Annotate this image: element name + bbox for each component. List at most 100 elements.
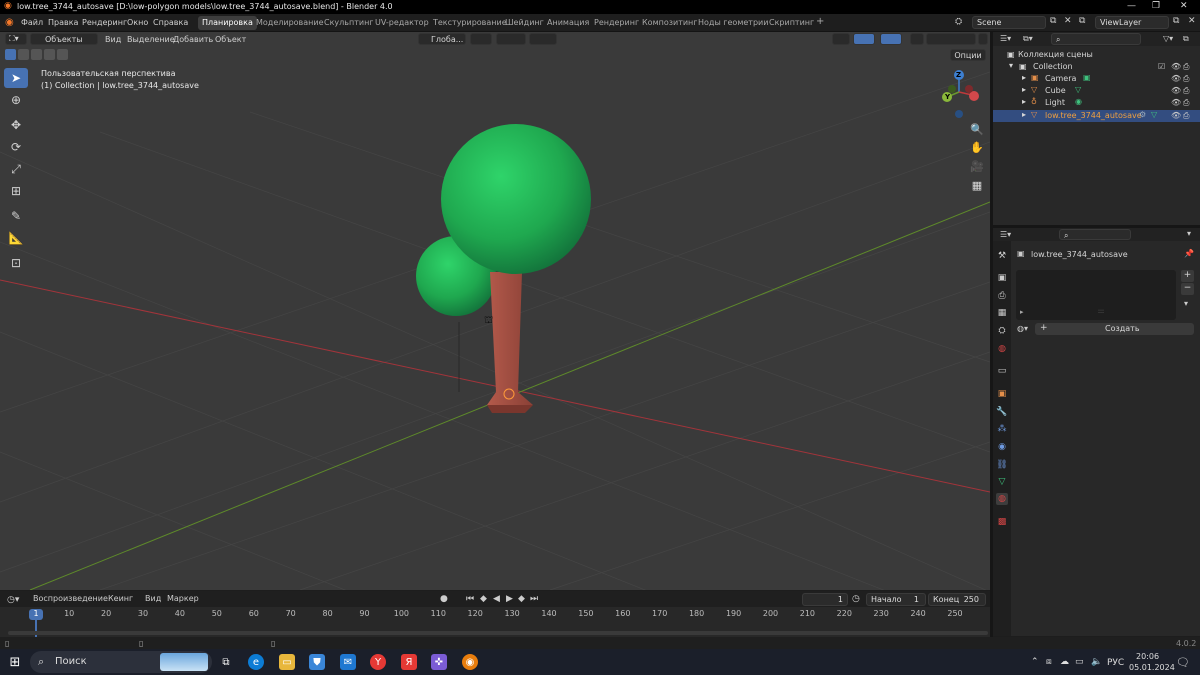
- frame-start-field[interactable]: Начало 1: [866, 593, 926, 606]
- editor-type-button[interactable]: ⛶▾: [5, 33, 27, 45]
- add-cube-tool-icon[interactable]: ⊡: [4, 253, 28, 273]
- annotate-tool-icon[interactable]: ✎: [4, 206, 28, 226]
- outliner-item-cube[interactable]: ▸ ▽ Cube ▽ 👁 ⎙: [993, 85, 1200, 97]
- viewport-menu-add[interactable]: Добавить: [173, 35, 213, 44]
- display-mode-icon[interactable]: ⧉▾: [1023, 34, 1033, 44]
- transform-tool-icon[interactable]: ⊞: [4, 181, 28, 201]
- visibility-button[interactable]: [832, 33, 850, 45]
- prev-keyframe-button[interactable]: ◆: [480, 594, 487, 604]
- filter-icon[interactable]: ▽▾: [1163, 34, 1173, 43]
- preview-range-icon[interactable]: ◷: [852, 594, 860, 604]
- material-tab-icon[interactable]: ◍: [996, 493, 1008, 505]
- texture-tab-icon[interactable]: ▩: [996, 516, 1008, 528]
- playhead[interactable]: 1: [29, 609, 43, 620]
- record-button[interactable]: ●: [440, 594, 448, 604]
- menu-edit[interactable]: Правка: [48, 18, 78, 27]
- eye-icon[interactable]: 👁: [1171, 86, 1181, 95]
- scene-tab-icon[interactable]: ⛭: [996, 325, 1008, 337]
- input-language[interactable]: РУС: [1107, 658, 1124, 668]
- clock-time[interactable]: 20:06: [1136, 652, 1159, 661]
- tab-layout[interactable]: Планировка: [198, 16, 257, 30]
- measure-tool-icon[interactable]: 📐: [4, 228, 28, 248]
- yandex-browser-icon[interactable]: Y: [370, 654, 386, 670]
- material-slot-list[interactable]: ▸ :::: [1016, 270, 1176, 320]
- shading-options-button[interactable]: [978, 33, 988, 45]
- taskbar-search[interactable]: ⌕ Поиск: [30, 651, 212, 673]
- overlay-toggle-button[interactable]: [880, 33, 902, 45]
- windows-start-icon[interactable]: ⊞: [7, 654, 23, 670]
- ortho-grid-icon[interactable]: ▦: [967, 177, 987, 193]
- expand-arrow-icon[interactable]: ▸: [1022, 73, 1026, 82]
- render-camera-icon[interactable]: ⎙: [1183, 62, 1189, 72]
- properties-search-input[interactable]: ⌕: [1059, 229, 1131, 240]
- edge-icon[interactable]: e: [248, 654, 264, 670]
- tray-network-icon[interactable]: ▭: [1075, 657, 1084, 667]
- tray-chevron-icon[interactable]: ⌃: [1031, 657, 1039, 667]
- current-frame-field[interactable]: 1: [802, 593, 848, 606]
- menu-keying[interactable]: Кеинг: [108, 594, 133, 603]
- expand-arrow-icon[interactable]: ▾: [1009, 61, 1013, 70]
- render-camera-icon[interactable]: ⎙: [1183, 98, 1189, 108]
- xray-button[interactable]: [910, 33, 924, 45]
- tab-geometry-nodes[interactable]: Ноды геометрии: [694, 16, 772, 30]
- rotate-tool-icon[interactable]: ⟳: [4, 137, 28, 157]
- new-collection-icon[interactable]: ⧉: [1183, 34, 1189, 44]
- timeline-editor-icon[interactable]: ◷▾: [7, 595, 19, 605]
- viewport-menu-object[interactable]: Объект: [215, 35, 246, 44]
- new-scene-icon[interactable]: ⧉: [1050, 16, 1056, 26]
- view-layer-tab-icon[interactable]: ▦: [996, 307, 1008, 319]
- expand-arrow-icon[interactable]: ▸: [1022, 110, 1026, 119]
- outliner-editor-icon[interactable]: ☰▾: [1000, 34, 1011, 43]
- next-keyframe-button[interactable]: ◆: [518, 594, 525, 604]
- jump-end-button[interactable]: ⏭: [530, 594, 538, 604]
- blender-taskbar-icon[interactable]: ◉: [462, 654, 478, 670]
- tab-scripting[interactable]: Скриптинг: [765, 16, 818, 30]
- outliner-item-tree[interactable]: ▸ ▽ low.tree_3744_autosave ⚙ ▽ 👁 ⎙: [993, 110, 1200, 122]
- list-resize-handle[interactable]: :::: [1098, 308, 1104, 315]
- tab-compositing[interactable]: Композитинг: [638, 16, 701, 30]
- modifier-tab-icon[interactable]: 🔧: [996, 406, 1008, 418]
- 3d-viewport[interactable]: ⛫ Пользовательская перспектива (1) Colle…: [0, 32, 990, 590]
- blender-menu-icon[interactable]: ◉: [5, 17, 14, 28]
- expand-arrow-icon[interactable]: ▸: [1022, 97, 1026, 106]
- viewlayer-icon[interactable]: ⧉: [1079, 16, 1085, 26]
- tree-trunk[interactable]: [487, 272, 533, 405]
- tray-app-icon[interactable]: ⧈: [1046, 657, 1052, 667]
- maximize-button[interactable]: ❐: [1152, 1, 1160, 11]
- tray-cloud-icon[interactable]: ☁: [1060, 657, 1069, 667]
- tab-shading[interactable]: Шейдинг: [501, 16, 548, 30]
- pin-icon[interactable]: 📌: [1184, 249, 1194, 258]
- select-intersect-button[interactable]: [57, 49, 68, 60]
- gizmo-toggle-button[interactable]: [853, 33, 875, 45]
- new-material-button[interactable]: + Создать: [1035, 323, 1194, 335]
- mode-selector[interactable]: Объекты: [30, 33, 98, 45]
- add-slot-button[interactable]: +: [1181, 270, 1194, 282]
- select-new-button[interactable]: [5, 49, 16, 60]
- data-tab-icon[interactable]: ▽: [996, 476, 1008, 488]
- scale-tool-icon[interactable]: ⤢: [4, 159, 28, 179]
- timeline-area[interactable]: 10 20 30 40 50 60 70 80 90 100 110 120 130 140 150 160 1…: [0, 607, 990, 637]
- minimize-button[interactable]: —: [1127, 1, 1136, 11]
- viewport-menu-view[interactable]: Вид: [105, 35, 121, 44]
- select-subtract-button[interactable]: [31, 49, 42, 60]
- render-camera-icon[interactable]: ⎙: [1183, 111, 1189, 121]
- select-invert-button[interactable]: [44, 49, 55, 60]
- store-icon[interactable]: ⛊: [309, 654, 325, 670]
- task-view-icon[interactable]: ⧉: [218, 654, 234, 670]
- scene-selector[interactable]: Scene: [972, 16, 1046, 29]
- camera-view-icon[interactable]: 🎥: [967, 158, 987, 174]
- outliner-search-input[interactable]: ⌕: [1051, 33, 1141, 45]
- list-expand-icon[interactable]: ▸: [1020, 308, 1024, 316]
- menu-playback[interactable]: Воспроизведение: [33, 594, 108, 603]
- yandex-icon[interactable]: Я: [401, 654, 417, 670]
- mail-icon[interactable]: ✉: [340, 654, 356, 670]
- volume-icon[interactable]: 🔈: [1091, 657, 1102, 667]
- tab-uv-editing[interactable]: UV-редактор: [371, 16, 433, 30]
- notifications-icon[interactable]: 🗨: [1176, 656, 1190, 669]
- pan-hand-icon[interactable]: ✋: [967, 139, 987, 155]
- transform-orientation[interactable]: Глоба...: [418, 33, 466, 45]
- menu-marker[interactable]: Маркер: [167, 594, 199, 603]
- collection-row[interactable]: ▾ ▣ Collection ☑ 👁 ⎙: [993, 61, 1200, 73]
- outliner-item-camera[interactable]: ▸ ▣ Camera ▣ 👁 ⎙: [993, 73, 1200, 85]
- collection-tab-icon[interactable]: ▭: [996, 365, 1008, 377]
